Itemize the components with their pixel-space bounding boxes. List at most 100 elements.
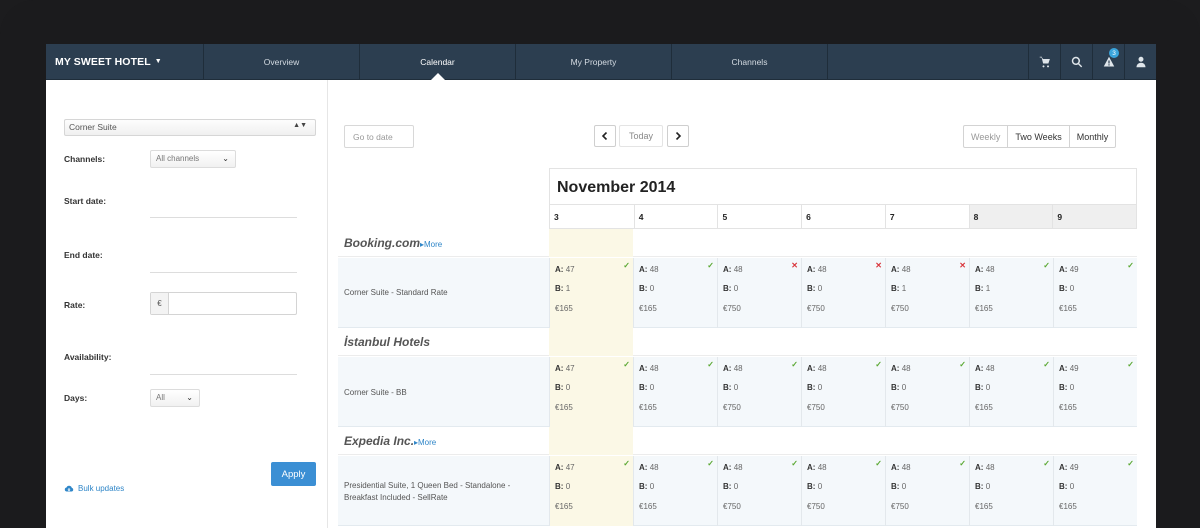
availability-cell[interactable]: ✓ A: 47 B: 0 €165	[549, 357, 633, 427]
allotment-line: A: 47	[555, 364, 575, 373]
allotment-label: A:	[807, 364, 816, 373]
booked-label: B:	[639, 284, 648, 293]
check-icon: ✓	[623, 360, 630, 369]
search-icon	[1071, 56, 1082, 67]
availability-cell[interactable]: ✓ A: 47 B: 1 €165	[549, 258, 633, 328]
hotel-switcher[interactable]: MY SWEET HOTEL ▼	[46, 44, 204, 79]
booked-label: B:	[891, 284, 900, 293]
tab-my-property[interactable]: My Property	[516, 44, 672, 79]
allotment-line: A: 48	[807, 463, 827, 472]
end-date-input[interactable]	[150, 259, 297, 273]
view-monthly-button[interactable]: Monthly	[1068, 126, 1116, 147]
booked-line: B: 1	[975, 284, 990, 293]
allotment-line: A: 48	[975, 265, 995, 274]
check-icon: ✓	[875, 459, 882, 468]
availability-cell[interactable]: ✓ A: 48 B: 0 €165	[633, 258, 717, 328]
days-select[interactable]: All ⌄	[150, 389, 200, 407]
allotment-line: A: 49	[1059, 364, 1079, 373]
availability-cell[interactable]: ✓ A: 48 B: 0 €750	[717, 357, 801, 427]
availability-cell[interactable]: ✓ A: 47 B: 0 €165	[549, 456, 633, 526]
price-value: €750	[891, 403, 909, 412]
availability-cell[interactable]: ✓ A: 48 B: 0 €750	[801, 357, 885, 427]
rate-plan-row: Corner Suite - BB ✓ A: 47 B: 0 €165 ✓ A: 48 B: …	[338, 357, 1137, 427]
availability-cell[interactable]: ✕ A: 48 B: 0 €750	[801, 258, 885, 328]
allotment-label: A:	[1059, 463, 1068, 472]
booked-line: B: 0	[807, 284, 822, 293]
room-select[interactable]: Corner Suite ▲▼	[64, 119, 316, 136]
search-button[interactable]	[1060, 44, 1092, 79]
availability-cell[interactable]: ✓ A: 49 B: 0 €165	[1053, 456, 1137, 526]
allotment-value: 49	[1069, 463, 1079, 472]
check-icon: ✓	[1127, 261, 1134, 270]
cart-button[interactable]	[1028, 44, 1060, 79]
allotment-label: A:	[639, 265, 648, 274]
booked-label: B:	[639, 383, 648, 392]
day-header: 5	[717, 205, 801, 228]
channels-label: Channels:	[64, 154, 106, 164]
availability-input[interactable]	[150, 361, 297, 375]
previous-button[interactable]	[594, 125, 616, 147]
allotment-label: A:	[807, 463, 816, 472]
availability-cell[interactable]: ✓ A: 48 B: 1 €165	[969, 258, 1053, 328]
availability-cell[interactable]: ✓ A: 48 B: 0 €750	[885, 456, 969, 526]
booked-label: B:	[723, 383, 732, 392]
start-date-input[interactable]	[150, 204, 297, 218]
availability-cell[interactable]: ✓ A: 48 B: 0 €750	[885, 357, 969, 427]
bulk-updates-link[interactable]: Bulk updates	[64, 484, 124, 493]
booked-label: B:	[1059, 482, 1068, 491]
check-icon: ✓	[1127, 360, 1134, 369]
booked-value: 0	[733, 284, 739, 293]
availability-cell[interactable]: ✓ A: 48 B: 0 €165	[633, 456, 717, 526]
today-button[interactable]: Today	[619, 125, 663, 147]
price-value: €750	[807, 502, 825, 511]
availability-cell[interactable]: ✓ A: 48 B: 0 €165	[969, 456, 1053, 526]
tab-channels[interactable]: Channels	[672, 44, 828, 79]
allotment-value: 48	[649, 463, 659, 472]
allotment-line: A: 48	[807, 364, 827, 373]
booked-label: B:	[1059, 383, 1068, 392]
booked-line: B: 0	[723, 482, 738, 491]
booked-line: B: 0	[975, 383, 990, 392]
availability-cell[interactable]: ✕ A: 48 B: 0 €750	[717, 258, 801, 328]
allotment-value: 49	[1069, 364, 1079, 373]
availability-cell[interactable]: ✓ A: 49 B: 0 €165	[1053, 357, 1137, 427]
availability-cell[interactable]: ✕ A: 48 B: 1 €750	[885, 258, 969, 328]
tab-overview[interactable]: Overview	[204, 44, 360, 79]
channel-name: Expedia Inc.	[344, 434, 415, 448]
month-header: November 2014	[549, 168, 1137, 205]
more-link[interactable]: ▸More	[420, 240, 442, 249]
allotment-line: A: 48	[891, 463, 911, 472]
next-button[interactable]	[667, 125, 689, 147]
go-to-date-input[interactable]: Go to date	[344, 125, 414, 148]
rate-label: Rate:	[64, 300, 86, 310]
tab-calendar[interactable]: Calendar	[360, 44, 516, 80]
chevron-left-icon	[601, 132, 608, 140]
booked-value: 0	[985, 383, 991, 392]
allotment-label: A:	[555, 364, 564, 373]
booked-label: B:	[555, 482, 564, 491]
availability-cell[interactable]: ✓ A: 48 B: 0 €165	[969, 357, 1053, 427]
channels-select[interactable]: All channels ⌄	[150, 150, 236, 168]
user-menu-button[interactable]	[1124, 44, 1156, 79]
availability-cell[interactable]: ✓ A: 48 B: 0 €165	[633, 357, 717, 427]
error-x-icon: ✕	[875, 261, 882, 270]
caret-down-icon: ▼	[154, 58, 162, 65]
availability-cell[interactable]: ✓ A: 48 B: 0 €750	[801, 456, 885, 526]
allotment-line: A: 49	[1059, 463, 1079, 472]
booked-value: 0	[649, 482, 655, 491]
more-link[interactable]: ▸More	[414, 438, 436, 447]
booked-value: 0	[985, 482, 991, 491]
availability-cell[interactable]: ✓ A: 48 B: 0 €750	[717, 456, 801, 526]
allotment-line: A: 49	[1059, 265, 1079, 274]
view-weekly-button[interactable]: Weekly	[964, 126, 1007, 147]
today-column-highlight	[549, 328, 633, 356]
more-link-text: More	[418, 438, 437, 447]
notifications-button[interactable]: 3	[1092, 44, 1124, 79]
view-two-weeks-button[interactable]: Two Weeks	[1007, 126, 1068, 147]
rate-input[interactable]	[169, 293, 296, 314]
price-value: €165	[975, 403, 993, 412]
availability-cell[interactable]: ✓ A: 49 B: 0 €165	[1053, 258, 1137, 328]
apply-button[interactable]: Apply	[271, 462, 316, 486]
check-icon: ✓	[959, 360, 966, 369]
booked-label: B:	[975, 383, 984, 392]
